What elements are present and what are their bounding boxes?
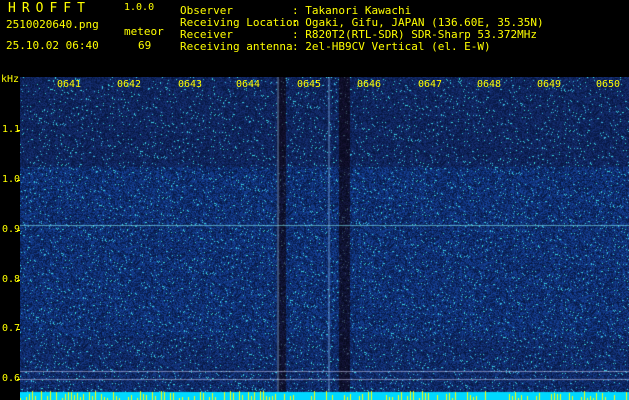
info-row-antenna: Receiving antenna: 2el-HB9CV Vertical (e… — [180, 41, 544, 53]
x-tick-label: 0648 — [477, 79, 502, 90]
meteor-label: meteor — [124, 25, 164, 38]
x-tick-label: 0645 — [297, 79, 322, 90]
file-name: 2510020640.png — [6, 18, 99, 31]
x-tick-label: 0647 — [418, 79, 443, 90]
app-logo: HROFFT — [8, 1, 91, 16]
info-key: Receiving antenna — [180, 40, 293, 53]
spectrogram-plot — [20, 77, 629, 400]
info-value: : 2el-HB9CV Vertical (el. E-W) — [292, 40, 491, 53]
file-datetime: 25.10.02 06:40 — [6, 39, 99, 52]
y-axis-unit: kHz — [1, 74, 20, 85]
x-tick-label: 0641 — [57, 79, 82, 90]
station-info: Observer: Takanori Kawachi Receiving Loc… — [180, 5, 544, 53]
x-tick-label: 0649 — [537, 79, 562, 90]
x-tick-label: 0644 — [236, 79, 261, 90]
meteor-count: 69 — [138, 39, 152, 52]
x-tick-label: 0642 — [117, 79, 142, 90]
app-version: 1.0.0 — [124, 2, 155, 13]
x-tick-label: 0650 — [596, 79, 621, 90]
x-tick-label: 0643 — [178, 79, 203, 90]
header-panel: HROFFT 1.0.0 2510020640.png 25.10.02 06:… — [0, 0, 629, 74]
x-tick-label: 0646 — [357, 79, 382, 90]
spectrogram-canvas — [20, 77, 629, 400]
